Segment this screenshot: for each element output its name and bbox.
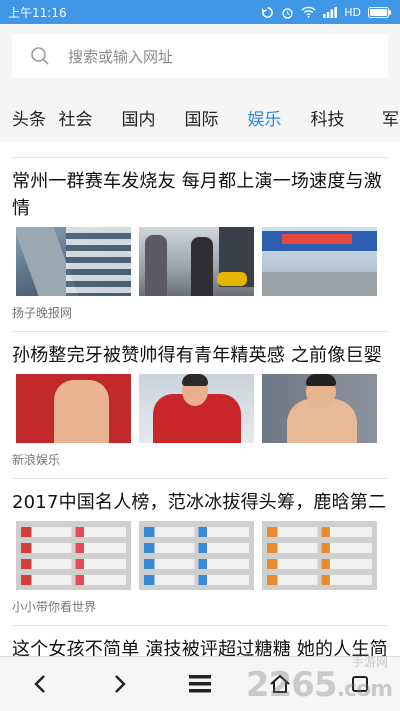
- previous-article-tail: [12, 142, 388, 158]
- news-thumbnail: [139, 521, 254, 590]
- signal-icon: [323, 7, 338, 18]
- status-bar: 上午11:16 HD: [0, 0, 400, 24]
- watermark-sub: 手游网: [351, 655, 388, 669]
- news-item[interactable]: 2017中国名人榜，范冰冰拔得头筹，鹿晗第二 小小带你看世界: [12, 479, 388, 626]
- wifi-icon: [301, 6, 316, 18]
- news-source: 扬子晚报网: [12, 306, 73, 320]
- tab-entertainment[interactable]: 娱乐: [233, 105, 296, 130]
- news-feed: 常州一群赛车发烧友 每月都上演一场速度与激情 扬子晚报网 孙杨整完牙被赞帅得有青…: [0, 142, 400, 656]
- news-thumbnail: [139, 374, 254, 443]
- news-title: 这个女孩不简单 演技被评超过糖糖 她的人生简直开挂了: [12, 639, 388, 656]
- sync-icon: [261, 6, 274, 18]
- bottom-toolbar: 2265.com 手游网: [0, 655, 400, 711]
- news-title: 孙杨整完牙被赞帅得有青年精英感 之前像巨婴: [12, 345, 382, 366]
- news-thumbnail: [16, 374, 131, 443]
- news-source: 小小带你看世界: [12, 600, 97, 614]
- news-thumbnail: [262, 227, 377, 296]
- news-title: 常州一群赛车发烧友 每月都上演一场速度与激情: [12, 171, 382, 219]
- tab-domestic[interactable]: 国内: [107, 105, 170, 130]
- site-watermark: 2265.com 手游网: [245, 655, 393, 705]
- news-item[interactable]: 常州一群赛车发烧友 每月都上演一场速度与激情 扬子晚报网: [12, 158, 388, 332]
- category-tabs: 头条 社会 国内 国际 娱乐 科技 军: [0, 92, 400, 142]
- tab-technology[interactable]: 科技: [296, 105, 359, 130]
- news-thumbnail: [16, 227, 131, 296]
- news-thumbnail: [139, 227, 254, 296]
- news-thumbnail: [262, 374, 377, 443]
- tab-society[interactable]: 社会: [44, 105, 107, 130]
- news-item[interactable]: 孙杨整完牙被赞帅得有青年精英感 之前像巨婴 新浪娱乐: [12, 332, 388, 479]
- news-title: 2017中国名人榜，范冰冰拔得头筹，鹿晗第二: [12, 492, 387, 513]
- news-thumbnail: [262, 521, 377, 590]
- battery-icon: [368, 6, 391, 18]
- search-placeholder: 搜索或输入网址: [68, 47, 174, 66]
- tab-international[interactable]: 国际: [170, 105, 233, 130]
- chevron-left-icon: [34, 675, 45, 693]
- menu-icon: [189, 675, 211, 693]
- tab-military[interactable]: 军: [359, 105, 400, 130]
- tab-headlines[interactable]: 头条: [12, 105, 46, 130]
- search-input[interactable]: 搜索或输入网址: [12, 34, 388, 78]
- search-area: 搜索或输入网址: [0, 24, 400, 92]
- watermark-text: 2265: [245, 665, 338, 705]
- watermark-suffix: .com: [336, 677, 393, 702]
- status-time: 上午11:16: [8, 5, 67, 20]
- back-button[interactable]: [0, 657, 80, 711]
- forward-button[interactable]: [80, 657, 160, 711]
- chevron-right-icon: [115, 675, 126, 693]
- alarm-icon: [282, 7, 293, 19]
- network-type: HD: [344, 5, 361, 19]
- news-source: 新浪娱乐: [12, 453, 61, 467]
- menu-button[interactable]: [160, 657, 240, 711]
- news-item[interactable]: 这个女孩不简单 演技被评超过糖糖 她的人生简直开挂了: [12, 626, 388, 656]
- search-icon: [31, 47, 49, 65]
- news-thumbnail: [16, 521, 131, 590]
